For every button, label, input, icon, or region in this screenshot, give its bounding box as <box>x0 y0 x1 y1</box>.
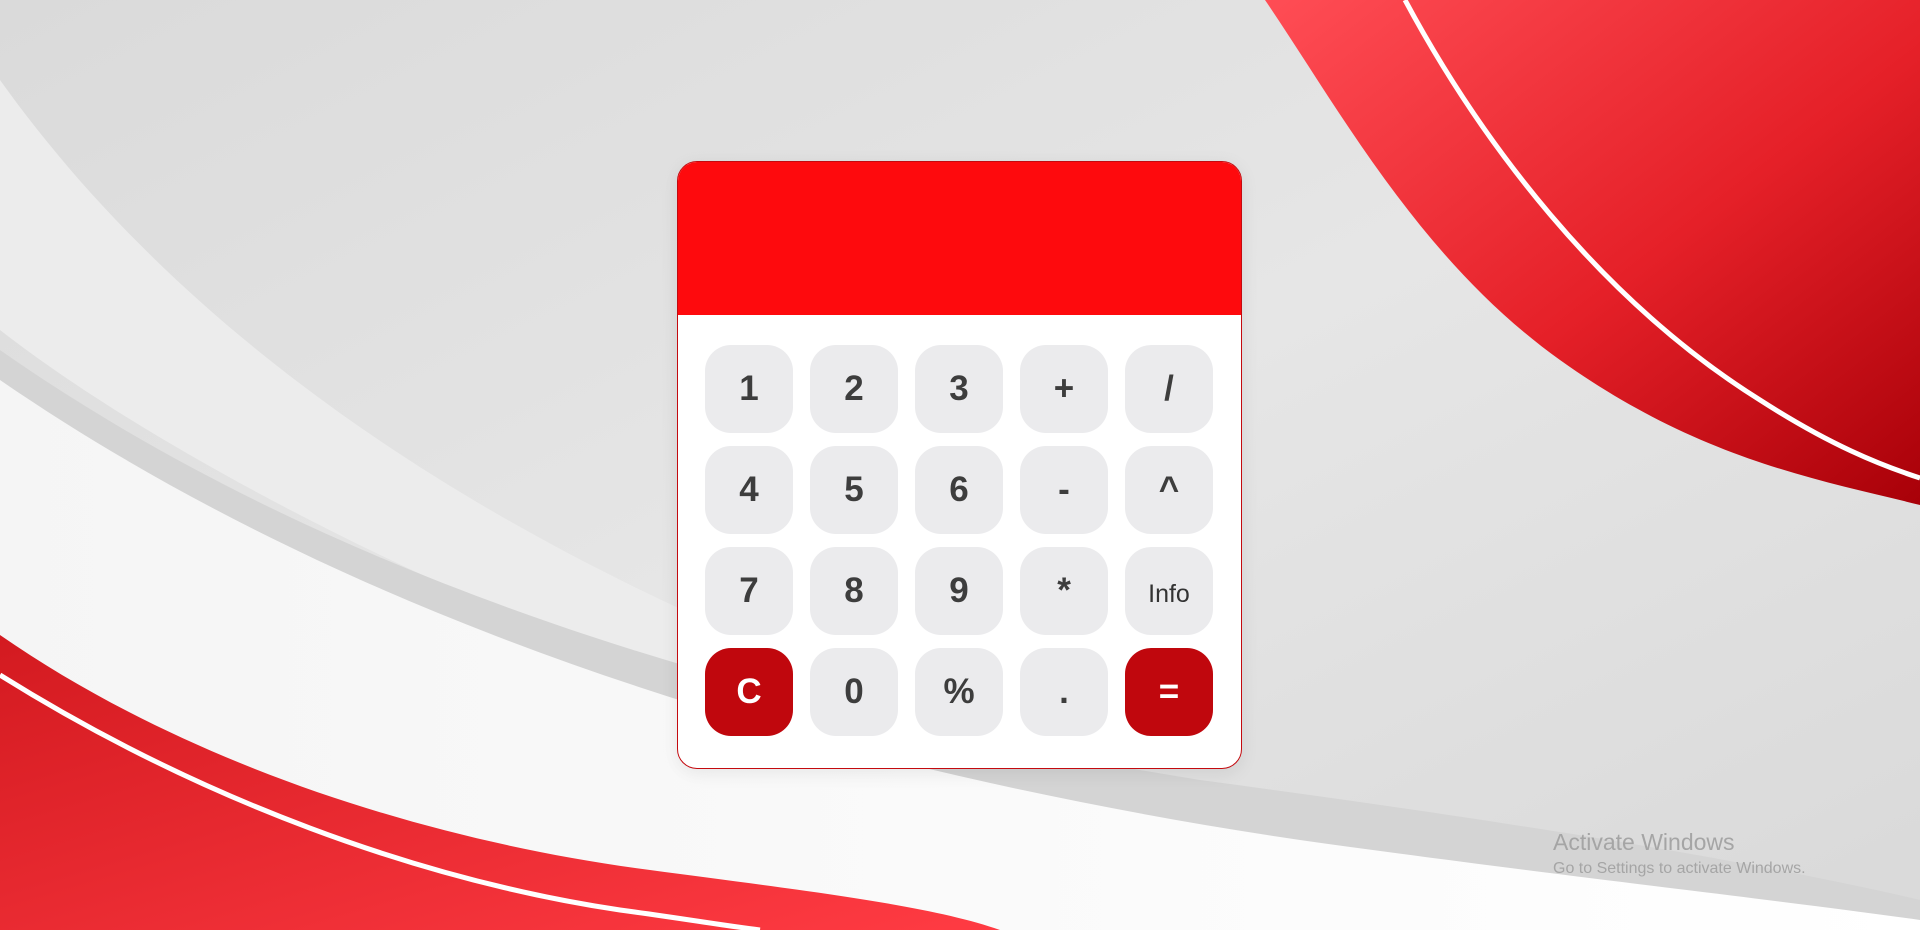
clear-button[interactable]: C <box>705 648 793 736</box>
activation-watermark: Activate Windows Go to Settings to activ… <box>1553 828 1806 880</box>
display-screen <box>678 162 1241 315</box>
keypad: 1 2 3 +/ 4 5 6- ^ 7 8 9 * Info C 0%. = <box>705 345 1213 736</box>
key-7[interactable]: 7 <box>705 547 793 635</box>
watermark-title: Activate Windows <box>1553 829 1735 855</box>
info-button[interactable]: Info <box>1125 547 1213 635</box>
add-button[interactable]: + <box>1020 345 1108 433</box>
power-button[interactable]: ^ <box>1125 446 1213 534</box>
key-2[interactable]: 2 <box>810 345 898 433</box>
calculator: 1 2 3 +/ 4 5 6- ^ 7 8 9 * Info C 0%. = <box>677 161 1242 769</box>
key-3[interactable]: 3 <box>915 345 1003 433</box>
key-8[interactable]: 8 <box>810 547 898 635</box>
percent-button[interactable]: % <box>915 648 1003 736</box>
watermark-subtitle: Go to Settings to activate Windows. <box>1553 860 1806 877</box>
key-9[interactable]: 9 <box>915 547 1003 635</box>
key-6[interactable]: 6 <box>915 446 1003 534</box>
key-4[interactable]: 4 <box>705 446 793 534</box>
key-5[interactable]: 5 <box>810 446 898 534</box>
decimal-button[interactable]: . <box>1020 648 1108 736</box>
divide-button[interactable]: / <box>1125 345 1213 433</box>
key-0[interactable]: 0 <box>810 648 898 736</box>
equals-button[interactable]: = <box>1125 648 1213 736</box>
key-1[interactable]: 1 <box>705 345 793 433</box>
multiply-button[interactable]: * <box>1020 547 1108 635</box>
subtract-button[interactable]: - <box>1020 446 1108 534</box>
